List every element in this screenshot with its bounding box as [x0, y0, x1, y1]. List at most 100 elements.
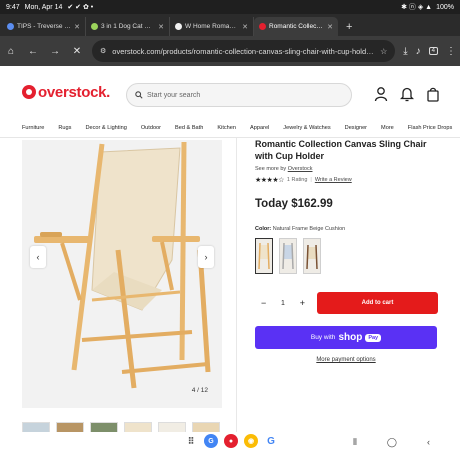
quantity-value[interactable]: 1: [281, 300, 285, 307]
swatch-chair-icon: [282, 242, 294, 270]
battery-level: 100%: [436, 3, 454, 11]
category-flash-price-drops[interactable]: Flash Price Drops: [408, 125, 452, 131]
previous-image-button[interactable]: ‹: [30, 246, 46, 268]
see-more-by: See more by Overstock: [255, 166, 440, 172]
new-tab-button[interactable]: +: [338, 17, 360, 36]
category-bed-bath[interactable]: Bed & Bath: [175, 125, 203, 131]
separator: |: [310, 177, 312, 183]
back-button-icon[interactable]: ‹: [427, 437, 430, 448]
tab-bar: TIPS - Treverse Inventory ✕ 3 in 1 Dog C…: [0, 14, 460, 36]
url-input[interactable]: ⚙ overstock.com/products/romantic-collec…: [92, 40, 396, 62]
quantity-stepper: − 1 +: [255, 298, 311, 308]
home-icon[interactable]: ⌂: [4, 46, 18, 57]
next-image-button[interactable]: ›: [198, 246, 214, 268]
notifications-bell-icon[interactable]: [400, 86, 414, 102]
write-review-link[interactable]: Write a Review: [315, 177, 352, 183]
screen-recorder-icon[interactable]: ●: [224, 434, 238, 448]
column-divider: [236, 138, 237, 438]
shop-pay-prefix: Buy with: [310, 334, 336, 341]
more-payment-options-link[interactable]: More payment options: [255, 357, 437, 363]
close-icon[interactable]: ✕: [158, 23, 164, 31]
product-title: Romantic Collection Canvas Sling Chair w…: [255, 139, 427, 161]
status-indicators: ✔ ✔ ✿ •: [67, 4, 94, 11]
recent-apps-icon[interactable]: ⦀: [353, 437, 357, 448]
tab-title: TIPS - Treverse Inventory: [17, 23, 71, 30]
color-swatches: [255, 238, 440, 274]
google-search-icon[interactable]: G: [264, 434, 278, 448]
category-apparel[interactable]: Apparel: [250, 125, 269, 131]
tab-title: 3 in 1 Dog Cat Stroller w: [101, 23, 156, 30]
brand-link[interactable]: Overstock: [288, 166, 313, 172]
site-header: overstock. Start your search: [0, 66, 460, 118]
tab-favicon-icon: [91, 23, 98, 30]
close-icon[interactable]: ✕: [327, 23, 333, 31]
tab-favicon-icon: [175, 23, 182, 30]
category-kitchen[interactable]: Kitchen: [217, 125, 236, 131]
product-details: Romantic Collection Canvas Sling Chair w…: [255, 138, 440, 363]
swatch-chair-icon: [306, 244, 318, 270]
add-to-cart-button[interactable]: Add to cart: [317, 292, 438, 314]
color-swatch-natural-beige[interactable]: [255, 238, 273, 274]
close-icon[interactable]: ✕: [74, 23, 80, 31]
overflow-menu-icon[interactable]: ⋮: [446, 46, 456, 57]
category-nav: Furniture Rugs Decor & Lighting Outdoor …: [0, 118, 460, 138]
tab-favicon-icon: [259, 23, 266, 30]
address-bar: ⌂ ← → ✕ ⚙ overstock.com/products/romanti…: [0, 36, 460, 66]
star-rating-icon: ★★★★☆: [255, 177, 284, 184]
taskbar-apps: ⠿ G ● ◉ G: [184, 434, 278, 448]
category-decor-lighting[interactable]: Decor & Lighting: [85, 125, 126, 131]
category-rugs[interactable]: Rugs: [58, 125, 71, 131]
search-icon: [135, 91, 143, 99]
search-input[interactable]: Start your search: [126, 83, 352, 107]
tab-title: Romantic Collection Can: [269, 23, 325, 30]
sling-chair-image: [34, 141, 211, 389]
close-icon[interactable]: ✕: [242, 23, 248, 31]
image-counter: 4 / 12: [191, 387, 208, 394]
microphone-icon[interactable]: ♪: [416, 46, 421, 57]
category-more[interactable]: More: [381, 125, 394, 131]
app-drawer-icon[interactable]: ⠿: [184, 434, 198, 448]
chrome-icon[interactable]: ◉: [244, 434, 258, 448]
quantity-cart-row: − 1 + Add to cart: [255, 292, 440, 314]
product-image-gallery[interactable]: ‹ › 4 / 12: [22, 140, 222, 408]
shop-pay-button[interactable]: Buy with shop Pay: [255, 326, 437, 349]
download-icon[interactable]: ⤓: [403, 46, 407, 57]
shopping-bag-icon[interactable]: [426, 86, 440, 102]
bookmark-star-icon[interactable]: ☆: [380, 47, 387, 56]
category-jewelry-watches[interactable]: Jewelry & Watches: [283, 125, 330, 131]
color-value: Natural Frame Beige Cushion: [272, 226, 346, 232]
browser-tab[interactable]: W Home Romantic-Sling ✕: [170, 17, 254, 36]
status-system-icons: ✱ ⓝ ◈ ▲: [401, 4, 433, 11]
color-swatch-blue-stripe[interactable]: [279, 238, 297, 274]
browser-tab[interactable]: TIPS - Treverse Inventory ✕: [2, 17, 86, 36]
google-app-icon[interactable]: G: [204, 434, 218, 448]
status-time: 9:47: [6, 3, 20, 11]
tab-title: W Home Romantic-Sling: [185, 23, 239, 30]
see-more-prefix: See more by: [255, 166, 287, 172]
category-outdoor[interactable]: Outdoor: [141, 125, 161, 131]
decrease-quantity-button[interactable]: −: [261, 298, 266, 308]
site-info-icon[interactable]: ⚙: [100, 47, 106, 55]
forward-icon[interactable]: →: [48, 46, 62, 57]
back-icon[interactable]: ←: [26, 46, 40, 57]
tab-count-icon[interactable]: 4: [428, 47, 438, 55]
tab-favicon-icon: [7, 23, 14, 30]
increase-quantity-button[interactable]: +: [300, 298, 305, 308]
browser-tab[interactable]: 3 in 1 Dog Cat Stroller w ✕: [86, 17, 170, 36]
rating-count[interactable]: 1 Rating: [287, 177, 308, 183]
home-button-icon[interactable]: ◯: [387, 437, 397, 448]
shop-pay-pay: Pay: [365, 333, 382, 342]
product-price: Today $162.99: [255, 198, 333, 210]
rating-row: ★★★★☆ 1 Rating | Write a Review: [255, 176, 440, 184]
account-icon[interactable]: [374, 86, 388, 102]
browser-tab-active[interactable]: Romantic Collection Can ✕: [254, 17, 338, 36]
logo-mark-icon: [22, 85, 36, 99]
status-date: Mon, Apr 14: [24, 3, 63, 11]
color-swatch-dark-frame[interactable]: [303, 238, 321, 274]
category-furniture[interactable]: Furniture: [22, 125, 44, 131]
logo-text: overstock.: [38, 83, 111, 101]
search-placeholder: Start your search: [147, 91, 201, 99]
category-designer[interactable]: Designer: [345, 125, 367, 131]
stop-loading-icon[interactable]: ✕: [70, 46, 84, 57]
overstock-logo[interactable]: overstock.: [22, 84, 110, 101]
